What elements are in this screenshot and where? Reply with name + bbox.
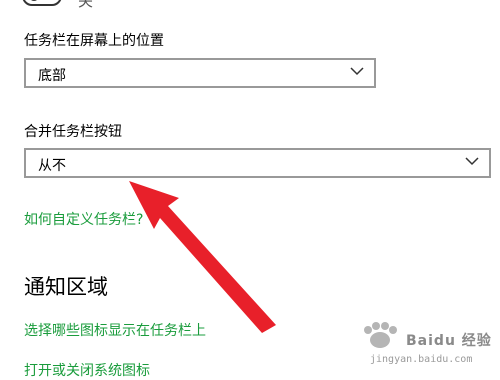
watermark-url: jingyan.baidu.com <box>370 354 473 365</box>
watermark-brand: Baidu 经验 <box>406 333 492 349</box>
red-arrow-annotation <box>129 181 276 333</box>
paw-logo-icon <box>364 322 397 348</box>
baidu-watermark: Baidu 经验 jingyan.baidu.com <box>358 322 498 374</box>
